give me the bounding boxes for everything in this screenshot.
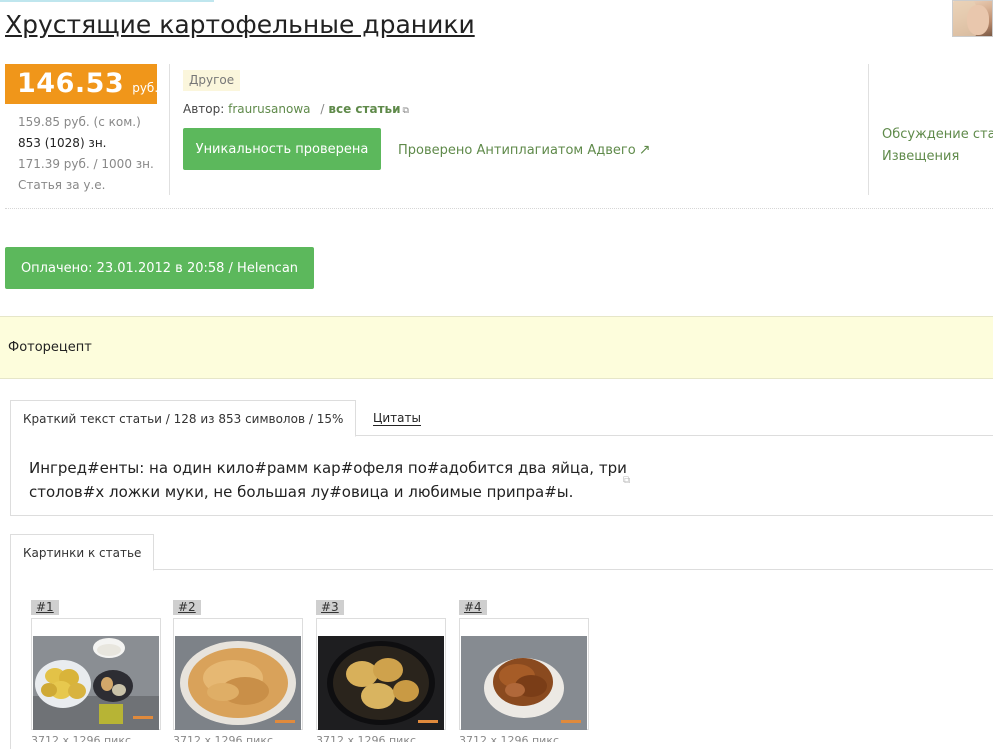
author-label: Автор: [183,102,225,116]
image-caption: 3712 x 1296 пикс. [316,734,420,742]
images-panel: #1 3712 x 1296 пикс. #2 3712 x 1296 пикс… [10,570,993,749]
notices-link[interactable]: Извещения [882,146,993,168]
price-with-commission: 159.85 руб. (с ком.) [18,115,141,129]
tab-quotes[interactable]: Цитаты [361,400,433,437]
image-frame[interactable] [459,618,589,730]
external-link-icon[interactable]: ⧉ [403,106,409,116]
summary-tabs: Краткий текст статьи / 128 из 853 символ… [10,400,993,437]
divider-left [169,64,170,195]
copy-icon[interactable]: ⧉ [623,475,630,486]
image-thumb[interactable]: #1 3712 x 1296 пикс. [31,596,161,742]
right-sidebar-links: Обсуждение стат Извещения [882,124,993,168]
author-line: Автор: fraurusanowa / все статьи ⧉ [183,100,409,120]
article-type-label: Фоторецепт [8,340,92,355]
section-divider [5,208,993,209]
char-count: 853 (1028) зн. [18,136,107,150]
image-frame[interactable] [173,618,303,730]
image-frying-pan[interactable] [318,636,444,730]
summary-text: Ингред#енты: на один кило#рамм кар#офеля… [29,459,627,501]
divider-right [868,64,869,195]
image-number-label[interactable]: #3 [316,600,344,615]
image-thumb[interactable]: #4 3712 x 1296 пикс. [459,596,589,742]
images-tabs: Картинки к статье [10,534,993,571]
price-currency: руб. [132,81,159,95]
image-number-label[interactable]: #1 [31,600,59,615]
image-plated-pancakes[interactable] [461,636,587,730]
image-frame[interactable] [316,618,446,730]
image-number-label[interactable]: #2 [173,600,201,615]
tab-quotes-label: Цитаты [373,411,421,426]
avatar-face [967,5,989,35]
antiplagiat-text: Проверено Антиплагиатом Адвего [398,143,636,158]
price-badge: 146.53 руб. [5,64,159,104]
image-frame[interactable] [31,618,161,730]
image-potatoes[interactable] [33,636,159,730]
external-link-icon: ↗ [638,142,651,158]
all-articles-link[interactable]: все статьи [328,102,400,116]
image-number-label[interactable]: #4 [459,600,487,615]
price-value: 146.53 [17,68,125,99]
summary-panel: Ингред#енты: на один кило#рамм кар#офеля… [10,436,993,516]
image-caption: 3712 x 1296 пикс. [173,734,277,742]
paid-status-button[interactable]: Оплачено: 23.01.2012 в 20:58 / Helencan [5,247,314,289]
top-accent-bar [0,0,214,2]
category-badge[interactable]: Другое [183,70,241,91]
discussion-link[interactable]: Обсуждение стат [882,124,993,146]
author-link[interactable]: fraurusanowa [228,102,310,116]
price-per-1000: 171.39 руб. / 1000 зн. [18,157,154,171]
tab-images[interactable]: Картинки к статье [10,534,155,571]
tab-summary[interactable]: Краткий текст статьи / 128 из 853 символ… [10,400,357,437]
user-avatar[interactable] [952,0,993,37]
image-caption: 3712 x 1296 пикс. [459,734,563,742]
article-for-currency: Статья за у.е. [18,178,106,192]
antiplagiat-link[interactable]: Проверено Антиплагиатом Адвего ↗ [398,140,650,161]
image-caption: 3712 x 1296 пикс. [31,734,135,742]
uniqueness-checked-button[interactable]: Уникальность проверена [183,128,381,170]
image-thumb[interactable]: #2 3712 x 1296 пикс. [173,596,303,742]
page-title[interactable]: Хрустящие картофельные драники [5,8,475,42]
image-grated-potato[interactable] [175,636,301,730]
author-separator: / [320,102,325,116]
image-thumb[interactable]: #3 3712 x 1296 пикс. [316,596,446,742]
price-details: 159.85 руб. (с ком.) 853 (1028) зн. 171.… [18,112,168,196]
article-type-band: Фоторецепт [0,316,993,379]
